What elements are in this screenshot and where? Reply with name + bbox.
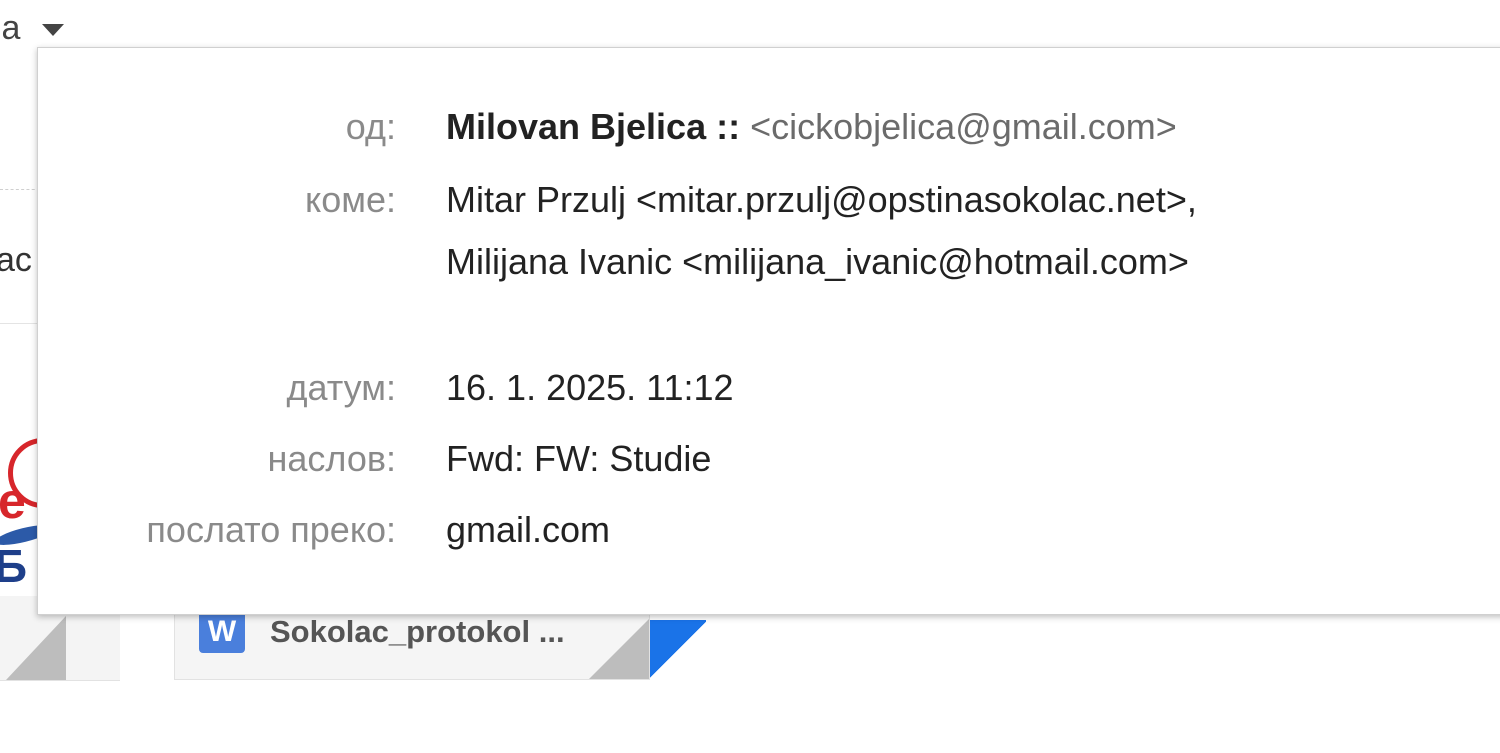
divider xyxy=(0,323,40,324)
message-details-popup: од: Milovan Bjelica :: <cickobjelica@gma… xyxy=(37,47,1500,615)
sender-header-fragment: іа xyxy=(0,9,21,47)
sender-email: <cickobjelica@gmail.com> xyxy=(750,106,1177,147)
subject-value: Fwd: FW: Studie xyxy=(446,438,712,479)
recipient: Milijana Ivanic <milijana_ivanic@hotmail… xyxy=(446,241,1189,282)
mailed-by-label: послато преко: xyxy=(146,509,396,550)
divider xyxy=(0,189,40,190)
date-label: датум: xyxy=(286,367,396,408)
page-fold xyxy=(589,619,649,679)
body-text-fragment: ас xyxy=(0,241,32,279)
attachment-corner xyxy=(650,620,706,680)
details-dropdown-caret-icon[interactable] xyxy=(42,24,64,36)
date-value: 16. 1. 2025. 11:12 xyxy=(446,367,734,408)
mailed-by-value: gmail.com xyxy=(446,509,611,550)
to-label: коме: xyxy=(305,179,396,220)
attachment-filename[interactable]: Sokolac_protokol ... xyxy=(270,611,565,653)
from-value: Milovan Bjelica :: <cickobjelica@gmail.c… xyxy=(446,97,1177,157)
subject-label: наслов: xyxy=(267,438,396,479)
from-label: од: xyxy=(345,106,396,147)
word-icon: W xyxy=(199,611,245,653)
sender-name: Milovan Bjelica :: xyxy=(446,106,741,147)
email-view: іа ас e Б W Sokolac_protokol ... од: Mil… xyxy=(0,0,1500,753)
page-fold xyxy=(6,616,66,680)
recipient: Mitar Przulj <mitar.przulj@opstinasokola… xyxy=(446,179,1197,220)
